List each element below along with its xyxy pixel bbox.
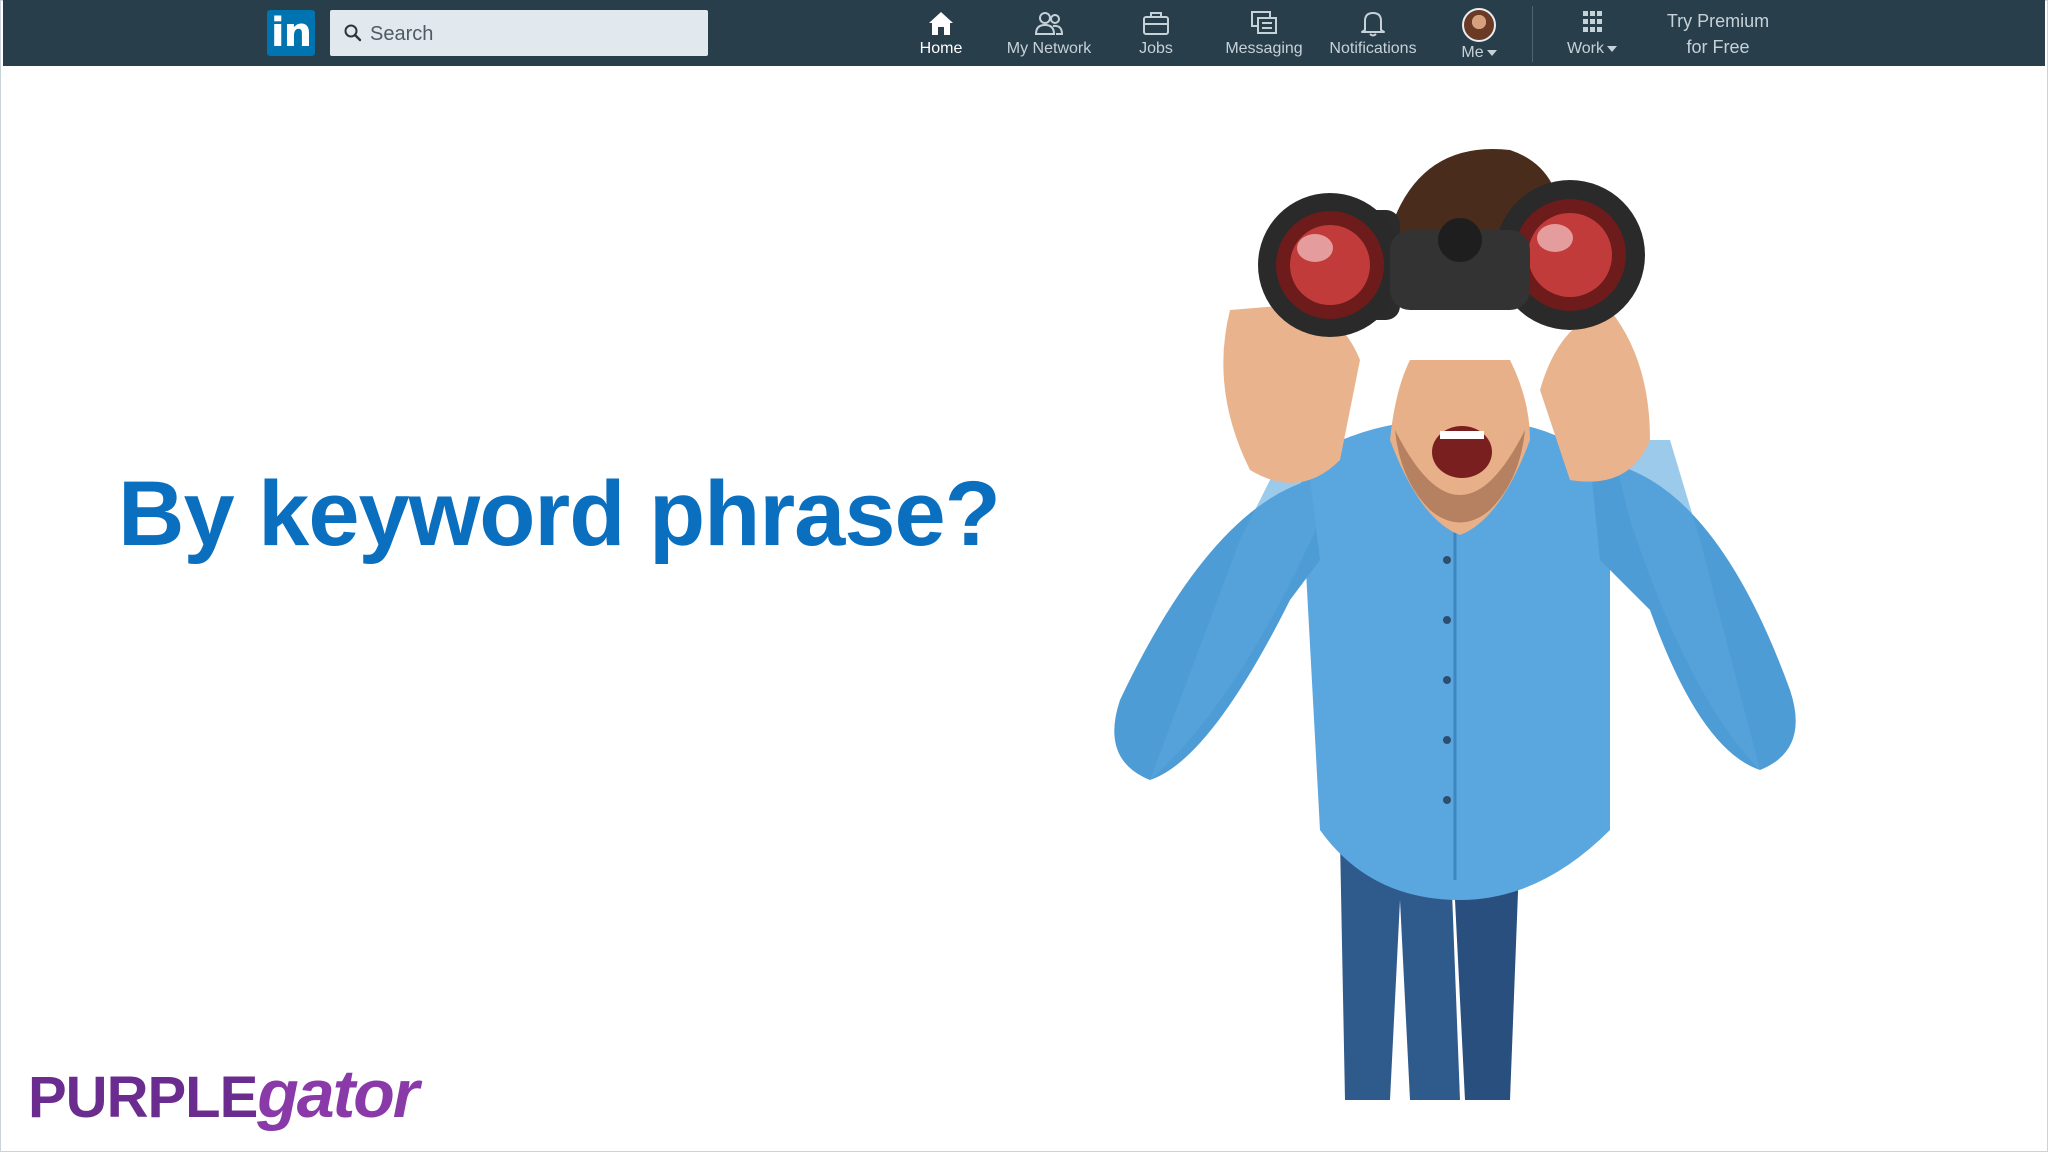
chevron-down-icon <box>1607 45 1618 52</box>
nav-my-network-label: My Network <box>1006 40 1092 57</box>
premium-line-2: for Free <box>1686 37 1750 57</box>
nav-work[interactable]: Work <box>1559 8 1625 64</box>
nav-messaging-label: Messaging <box>1225 40 1303 57</box>
nav-messaging[interactable]: Messaging <box>1221 8 1307 64</box>
search-input[interactable] <box>368 10 702 58</box>
chevron-down-icon <box>1486 49 1497 56</box>
nav-home-label: Home <box>919 40 963 57</box>
home-icon <box>929 12 953 35</box>
nav-my-network[interactable]: My Network <box>999 8 1099 64</box>
nav-home[interactable]: Home <box>903 8 979 64</box>
grid-icon <box>1583 11 1602 32</box>
linkedin-top-nav: in Home My Network Jobs <box>3 0 2045 66</box>
nav-notifications-label: Notifications <box>1329 40 1417 57</box>
search-icon <box>344 24 362 42</box>
messaging-icon <box>1251 11 1277 34</box>
search-bar[interactable] <box>330 10 708 58</box>
avatar <box>1462 8 1496 42</box>
briefcase-icon <box>1143 12 1169 35</box>
nav-jobs[interactable]: Jobs <box>1127 8 1185 64</box>
nav-jobs-label: Jobs <box>1139 40 1173 57</box>
premium-line-1: Try Premium <box>1666 11 1770 31</box>
brand-part-1: PURPLE <box>28 1065 258 1130</box>
nav-notifications[interactable]: Notifications <box>1321 8 1425 64</box>
try-premium-link[interactable]: Try Premium for Free <box>1643 8 1793 60</box>
nav-work-label: Work <box>1559 40 1625 58</box>
brand-part-2: gator <box>257 1056 419 1132</box>
linkedin-logo[interactable]: in <box>267 10 315 56</box>
nav-divider <box>1532 6 1533 62</box>
nav-me[interactable]: Me <box>1449 8 1509 64</box>
slide-headline: By keyword phrase? <box>118 463 1001 565</box>
nav-me-label: Me <box>1449 44 1509 62</box>
network-icon <box>1034 12 1064 35</box>
man-with-binoculars-image <box>1114 149 1796 1100</box>
bell-icon <box>1361 12 1385 37</box>
purplegator-logo: PURPLEgator <box>28 1055 419 1133</box>
